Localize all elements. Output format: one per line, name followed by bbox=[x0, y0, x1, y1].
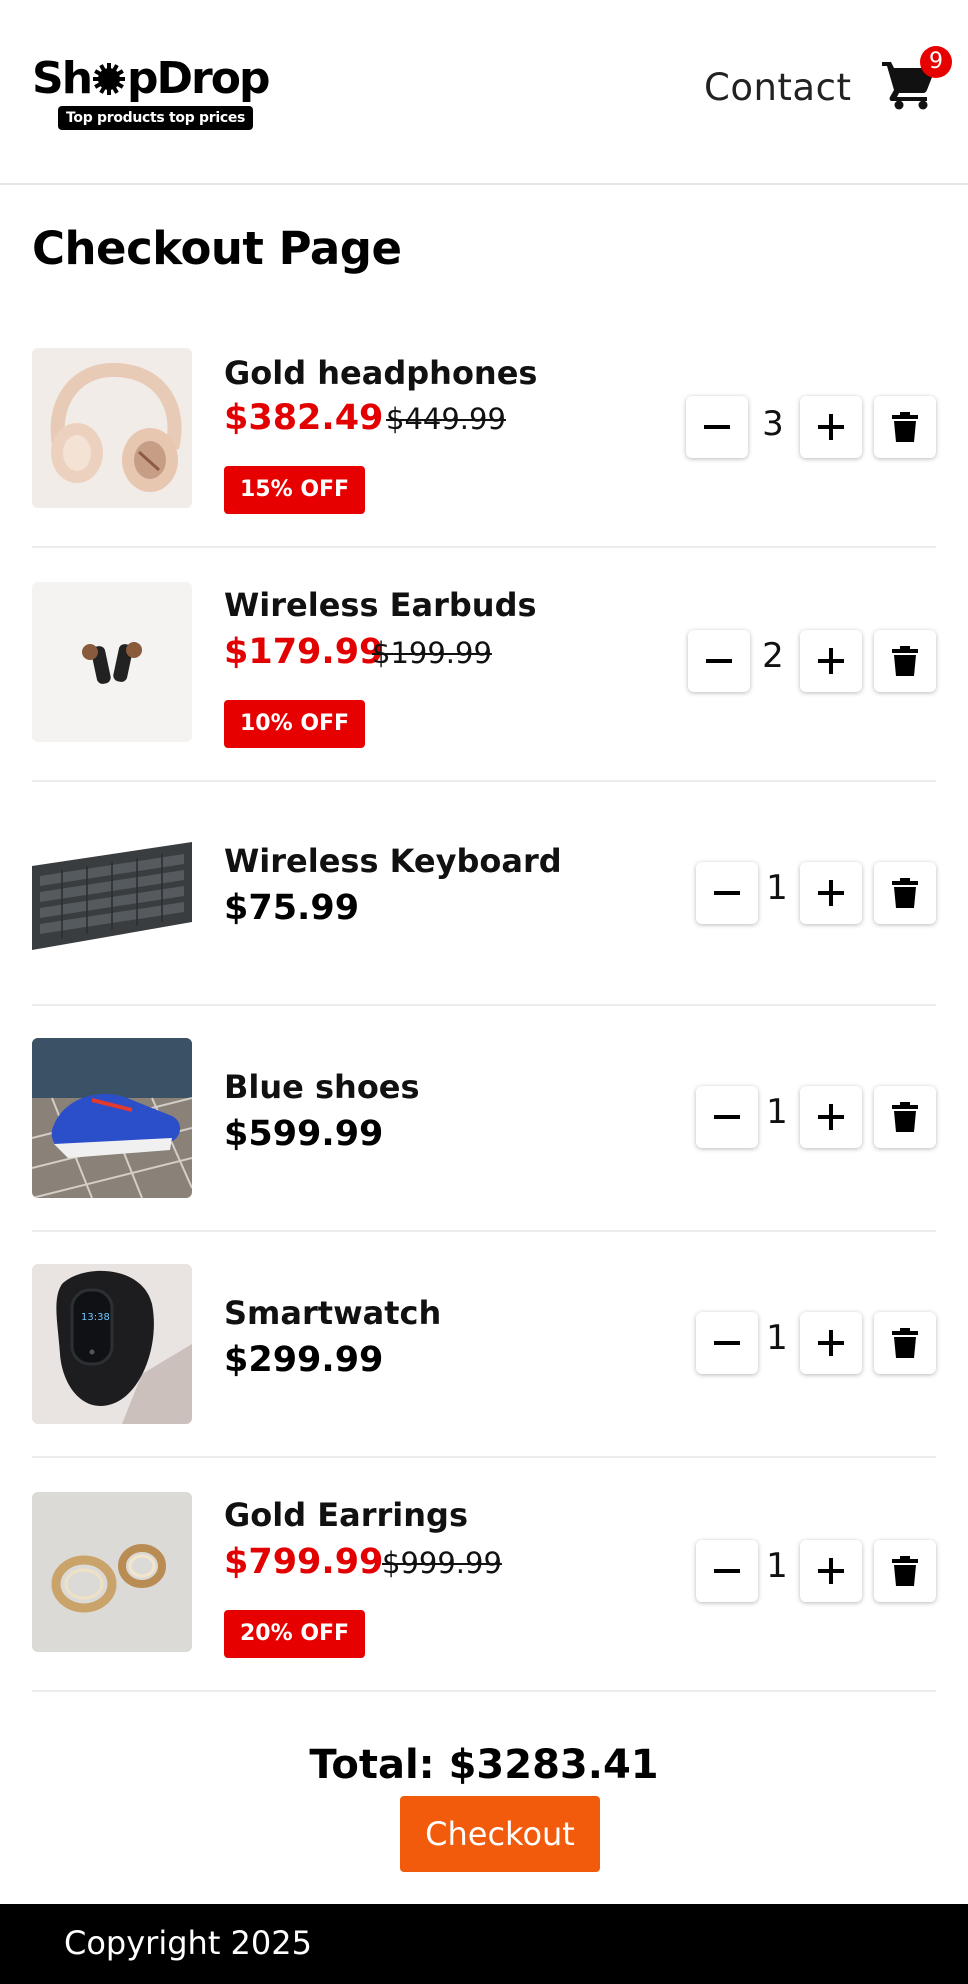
decrease-quantity-button[interactable] bbox=[696, 1540, 758, 1602]
quantity-value: 2 bbox=[762, 636, 784, 676]
product-image-headphones[interactable] bbox=[32, 348, 192, 508]
discount-badge: 10% OFF bbox=[224, 700, 366, 748]
svg-text:13:38: 13:38 bbox=[81, 1312, 110, 1323]
product-price: $299.99 bbox=[224, 1340, 384, 1380]
product-price: $75.99 bbox=[224, 888, 360, 928]
plus-icon bbox=[818, 414, 844, 440]
product-original-price: $449.99 bbox=[386, 402, 506, 436]
remove-item-button[interactable] bbox=[874, 1086, 936, 1148]
decrease-quantity-button[interactable] bbox=[688, 630, 750, 692]
product-price: $382.49 bbox=[224, 398, 384, 438]
minus-icon bbox=[714, 1569, 740, 1573]
cart-item: Gold Earrings $799.99 $999.99 20% OFF 1 bbox=[32, 1492, 936, 1692]
remove-item-button[interactable] bbox=[874, 1312, 936, 1374]
minus-icon bbox=[714, 1115, 740, 1119]
logo-wordmark: Sh pDrop bbox=[32, 53, 270, 104]
plus-icon bbox=[818, 1330, 844, 1356]
minus-icon bbox=[704, 425, 730, 429]
product-image-keyboard[interactable] bbox=[32, 826, 192, 986]
logo-tagline: Top products top prices bbox=[58, 106, 254, 130]
remove-item-button[interactable] bbox=[874, 862, 936, 924]
plus-icon bbox=[818, 880, 844, 906]
product-name: Gold headphones bbox=[224, 354, 538, 392]
decrease-quantity-button[interactable] bbox=[696, 1312, 758, 1374]
trash-icon bbox=[892, 1102, 918, 1132]
checkout-button[interactable]: Checkout bbox=[400, 1796, 600, 1872]
cart-item: Gold headphones $382.49 $449.99 15% OFF … bbox=[32, 348, 936, 548]
cart-item: Wireless Keyboard $75.99 1 bbox=[32, 812, 936, 1006]
product-name: Wireless Earbuds bbox=[224, 586, 537, 624]
product-price: $179.99 bbox=[224, 632, 384, 672]
increase-quantity-button[interactable] bbox=[800, 862, 862, 924]
quantity-value: 1 bbox=[766, 1318, 788, 1358]
plus-icon bbox=[818, 1558, 844, 1584]
increase-quantity-button[interactable] bbox=[800, 630, 862, 692]
increase-quantity-button[interactable] bbox=[800, 396, 862, 458]
remove-item-button[interactable] bbox=[874, 396, 936, 458]
minus-icon bbox=[714, 1341, 740, 1345]
order-total: Total: $3283.41 bbox=[309, 1742, 659, 1788]
product-price: $599.99 bbox=[224, 1114, 384, 1154]
product-image-smartwatch[interactable]: 13:38 bbox=[32, 1264, 192, 1424]
increase-quantity-button[interactable] bbox=[800, 1540, 862, 1602]
logo-gear-icon bbox=[93, 63, 126, 95]
product-name: Smartwatch bbox=[224, 1294, 442, 1332]
copyright-text: Copyright 2025 bbox=[64, 1924, 312, 1962]
plus-icon bbox=[818, 648, 844, 674]
plus-icon bbox=[818, 1104, 844, 1130]
product-image-earbuds[interactable] bbox=[32, 582, 192, 742]
decrease-quantity-button[interactable] bbox=[696, 1086, 758, 1148]
minus-icon bbox=[714, 891, 740, 895]
quantity-value: 3 bbox=[762, 404, 784, 444]
trash-icon bbox=[892, 1556, 918, 1586]
increase-quantity-button[interactable] bbox=[800, 1312, 862, 1374]
remove-item-button[interactable] bbox=[874, 1540, 936, 1602]
product-original-price: $199.99 bbox=[372, 636, 492, 670]
site-header: Sh pDrop Top products top prices Contact bbox=[0, 0, 968, 185]
quantity-value: 1 bbox=[766, 1092, 788, 1132]
shopdrop-logo[interactable]: Sh pDrop Top products top prices bbox=[32, 54, 272, 134]
decrease-quantity-button[interactable] bbox=[696, 862, 758, 924]
increase-quantity-button[interactable] bbox=[800, 1086, 862, 1148]
discount-badge: 20% OFF bbox=[224, 1610, 366, 1658]
quantity-value: 1 bbox=[766, 868, 788, 908]
product-name: Gold Earrings bbox=[224, 1496, 468, 1534]
trash-icon bbox=[892, 1328, 918, 1358]
trash-icon bbox=[892, 646, 918, 676]
discount-badge: 15% OFF bbox=[224, 466, 366, 514]
product-original-price: $999.99 bbox=[382, 1546, 502, 1580]
product-name: Wireless Keyboard bbox=[224, 842, 562, 880]
product-image-shoes[interactable] bbox=[32, 1038, 192, 1198]
cart-item: 13:38 Smartwatch $299.99 1 bbox=[32, 1264, 936, 1458]
cart-item: Blue shoes $599.99 1 bbox=[32, 1038, 936, 1232]
product-price: $799.99 bbox=[224, 1542, 384, 1582]
trash-icon bbox=[892, 878, 918, 908]
minus-icon bbox=[706, 659, 732, 663]
page-title: Checkout Page bbox=[32, 222, 402, 275]
nav-contact-link[interactable]: Contact bbox=[704, 66, 851, 109]
decrease-quantity-button[interactable] bbox=[686, 396, 748, 458]
trash-icon bbox=[892, 412, 918, 442]
remove-item-button[interactable] bbox=[874, 630, 936, 692]
site-footer: Copyright 2025 bbox=[0, 1904, 968, 1984]
quantity-value: 1 bbox=[766, 1546, 788, 1586]
product-image-earrings[interactable] bbox=[32, 1492, 192, 1652]
cart-item: Wireless Earbuds $179.99 $199.99 10% OFF… bbox=[32, 582, 936, 782]
product-name: Blue shoes bbox=[224, 1068, 420, 1106]
cart-count-badge: 9 bbox=[920, 46, 952, 78]
